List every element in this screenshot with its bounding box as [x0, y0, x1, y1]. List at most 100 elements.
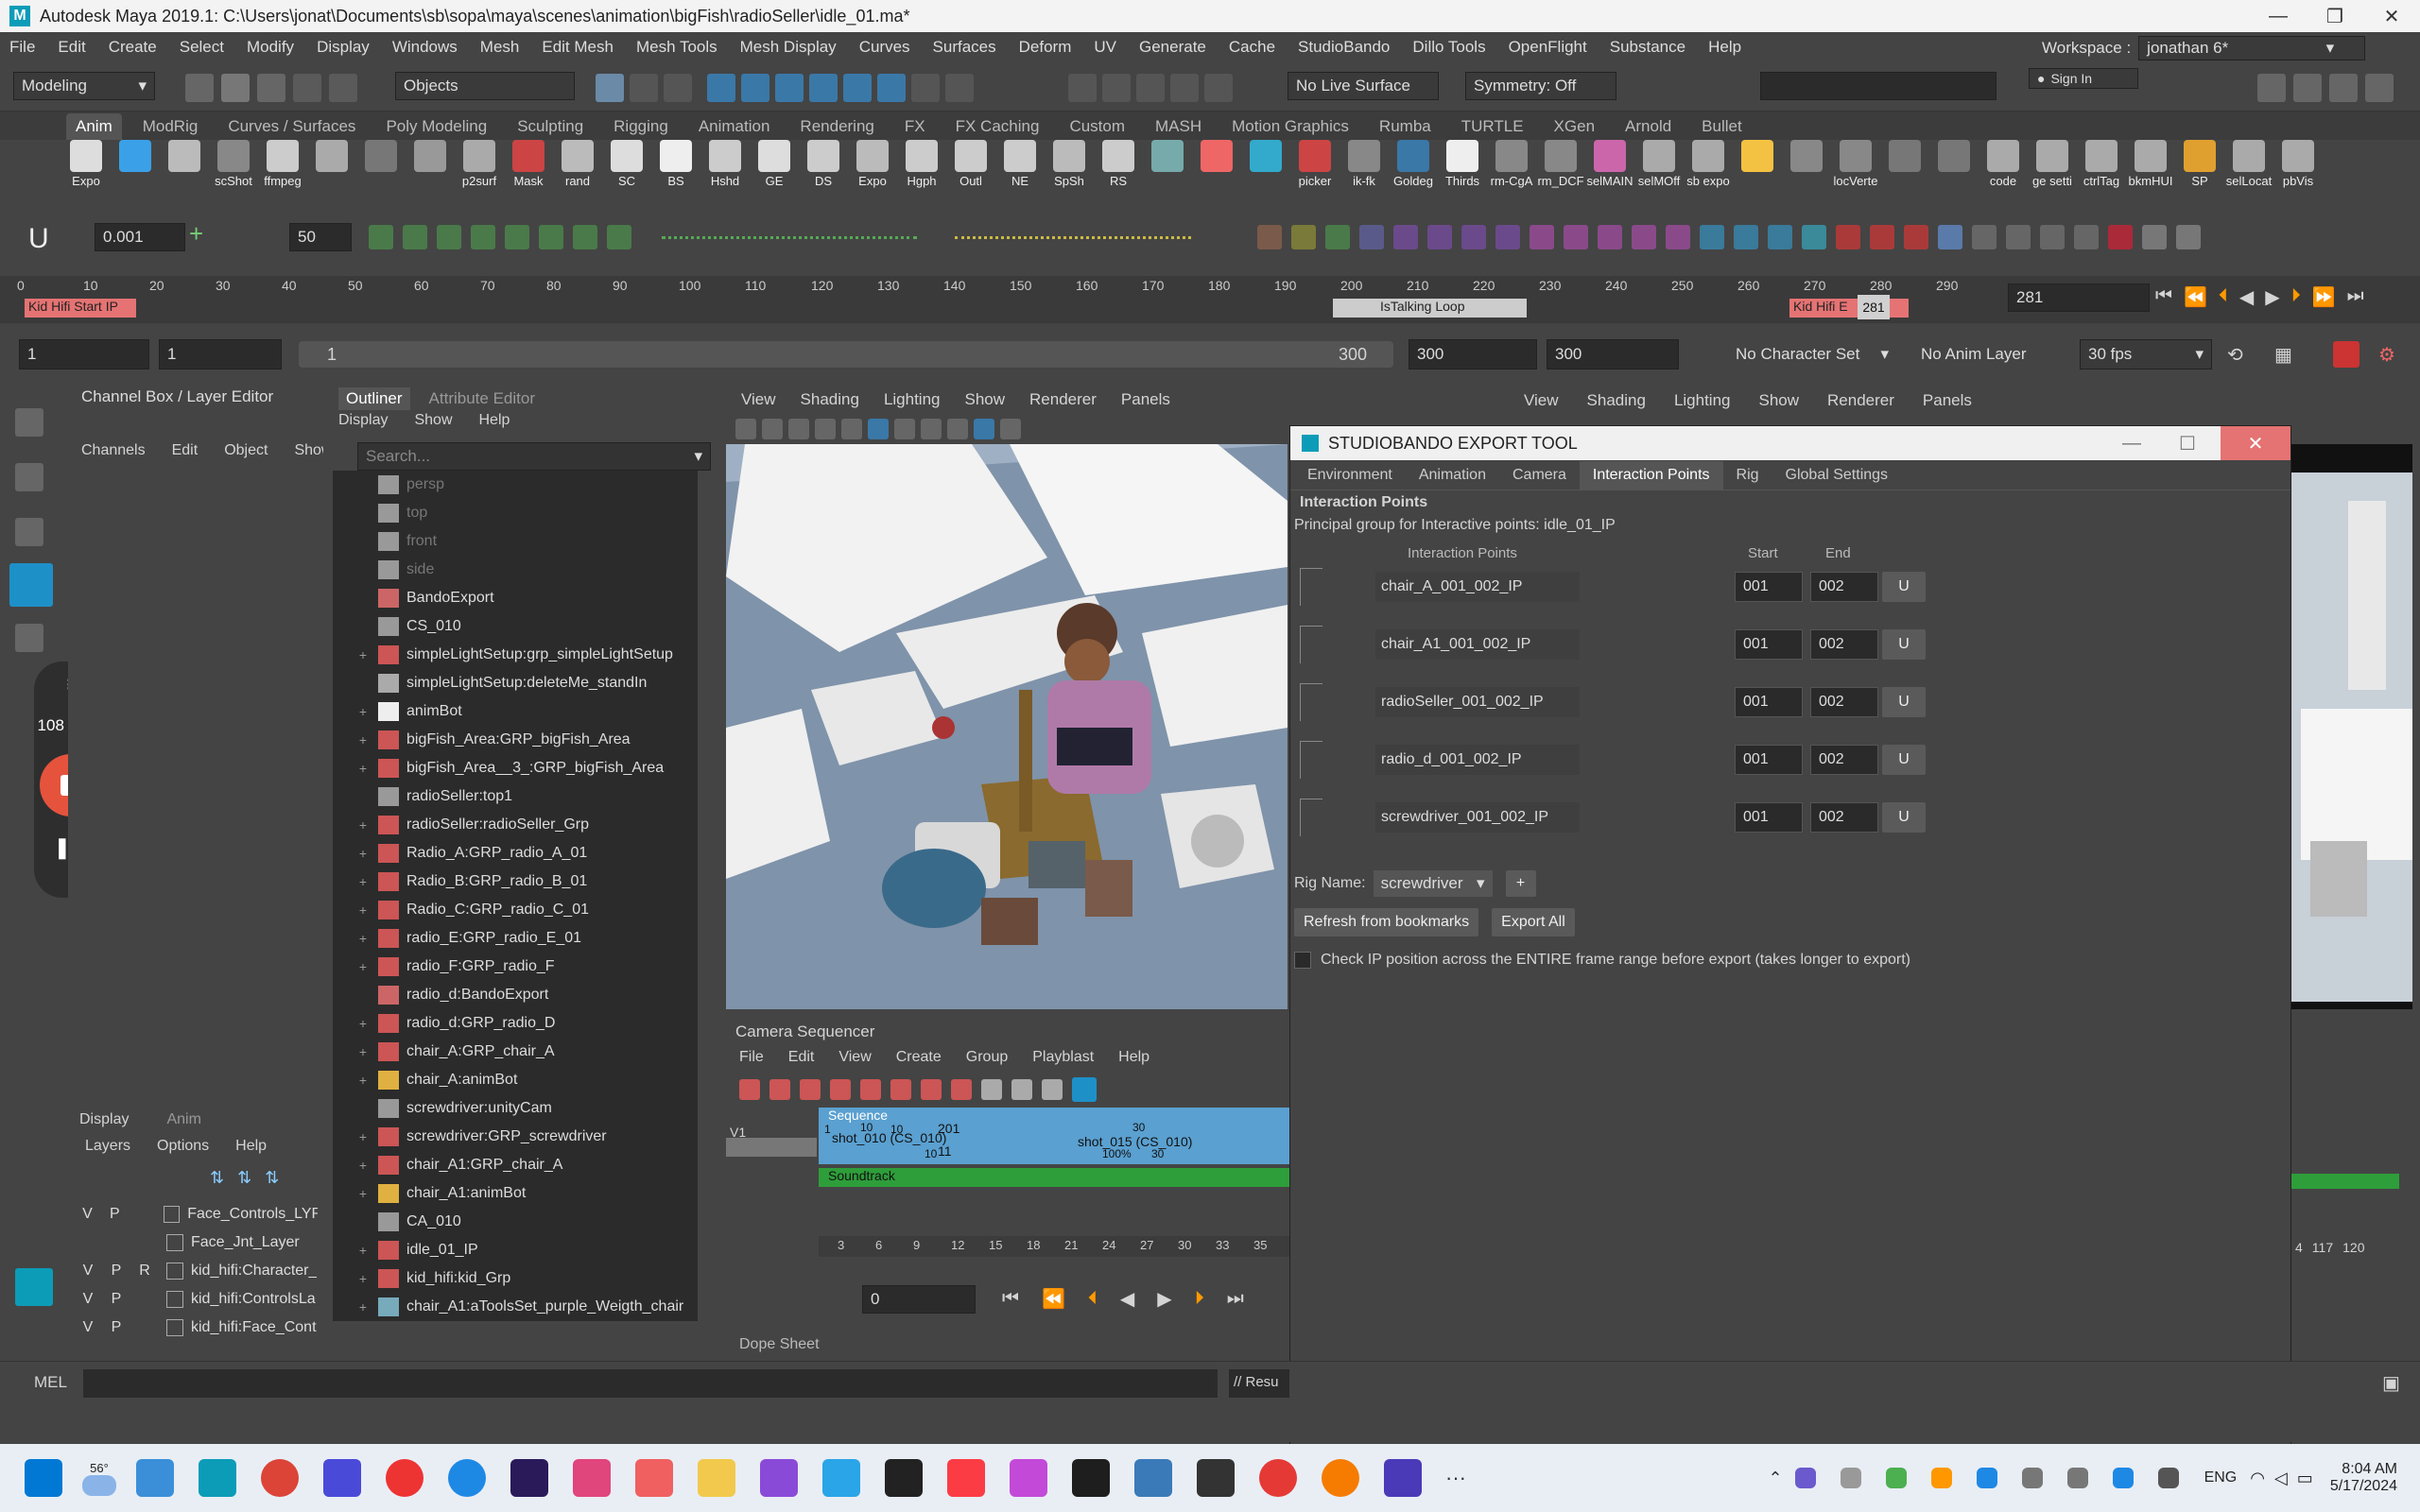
shelf-button[interactable]: SP [2175, 140, 2224, 188]
shelf-button[interactable]: DS [799, 140, 848, 188]
range-slider[interactable]: 1 300 [299, 341, 1393, 368]
viewport-3d[interactable] [726, 444, 1288, 1009]
shelf-button[interactable] [1782, 140, 1831, 174]
expand-icon[interactable]: + [355, 1129, 371, 1144]
menu-mesh[interactable]: Mesh [480, 38, 520, 57]
tool-icon[interactable] [1734, 225, 1758, 249]
bluetooth-icon[interactable] [1976, 1468, 1997, 1488]
expand-icon[interactable]: + [355, 874, 371, 889]
outliner-item[interactable]: + chair_A:GRP_chair_A [333, 1038, 698, 1066]
shelf-button[interactable]: SC [602, 140, 651, 188]
layer-visibility-toggle[interactable]: V [74, 1263, 102, 1280]
attribute-editor-toggle-icon[interactable] [2293, 74, 2322, 102]
sound-icon[interactable]: ▦ [2274, 343, 2292, 367]
camera-icon[interactable] [762, 419, 783, 439]
bookmark-end[interactable]: Kid Hifi E [1789, 299, 1909, 318]
expand-icon[interactable]: + [355, 817, 371, 833]
shelf-tab-modrig[interactable]: ModRig [133, 113, 208, 140]
tray-icon[interactable] [1930, 1468, 1952, 1488]
tool-icon[interactable] [1257, 225, 1282, 249]
sequencer-tool-icon[interactable] [1042, 1079, 1063, 1100]
sequencer-menu-view[interactable]: View [838, 1049, 871, 1066]
layer-color-swatch[interactable] [163, 1206, 181, 1223]
outliner-item[interactable]: + radio_F:GRP_radio_F [333, 953, 698, 981]
vivaldi-icon[interactable] [386, 1459, 424, 1497]
end-frame-field[interactable]: 002 [1810, 687, 1878, 717]
close-button[interactable]: ✕ [2363, 0, 2420, 32]
update-button[interactable]: U [1882, 687, 1926, 717]
search-icon[interactable] [2176, 225, 2201, 249]
expand-icon[interactable]: + [355, 1299, 371, 1314]
outliner-item[interactable]: radioSeller:top1 [333, 782, 698, 811]
expand-icon[interactable]: + [355, 732, 371, 747]
key-tool-icon[interactable] [471, 225, 495, 249]
status-search-input[interactable] [1760, 72, 1996, 100]
layer-color-swatch[interactable] [166, 1234, 183, 1251]
go-to-start-icon[interactable]: ⏮ [1002, 1288, 1019, 1310]
layer-row[interactable]: V P Face_Controls_LYR [74, 1200, 318, 1228]
menu-help[interactable]: Help [1708, 38, 1741, 57]
textured-icon[interactable] [894, 419, 915, 439]
start-frame-field[interactable]: 001 [1735, 745, 1803, 775]
viewport-menu-view[interactable]: View [741, 390, 776, 409]
tab-environment[interactable]: Environment [1294, 461, 1406, 490]
menu-modify[interactable]: Modify [247, 38, 294, 57]
soundtrack-track[interactable] [2291, 1174, 2399, 1189]
tool-icon[interactable] [1359, 225, 1384, 249]
layers-menu[interactable]: Layers [85, 1138, 130, 1155]
time-slider[interactable]: 0 10 20 30 40 50 60 70 80 90 100 110 120 130 140 150 160… [0, 276, 2420, 323]
shelf-button[interactable]: Expo [848, 140, 897, 188]
lasso-icon[interactable] [1068, 74, 1097, 102]
menu-edit-mesh[interactable]: Edit Mesh [542, 38, 614, 57]
current-frame-field[interactable]: 281 [2008, 284, 2150, 312]
app-icon[interactable] [323, 1459, 361, 1497]
bookmark-loop[interactable]: IsTalking Loop [1333, 299, 1527, 318]
expand-icon[interactable]: + [355, 1016, 371, 1031]
shelf-button[interactable]: selMAIN [1585, 140, 1634, 188]
shelf-button[interactable]: BS [651, 140, 700, 188]
maximize-button[interactable]: ❐ [2307, 0, 2363, 32]
shelf-button[interactable] [160, 140, 209, 174]
shelf-button[interactable]: selLocat [2224, 140, 2273, 188]
script-editor-icon[interactable]: ▣ [2382, 1371, 2400, 1395]
shelf-button[interactable]: scShot [209, 140, 258, 188]
shelf-button[interactable]: locVerte [1831, 140, 1880, 188]
shelf-tab-rigging[interactable]: Rigging [604, 113, 678, 140]
step-forward-frame-icon[interactable]: ⏵ [1195, 1288, 1204, 1310]
tool-icon[interactable] [1938, 225, 1962, 249]
sequencer-tool-icon[interactable] [890, 1079, 911, 1100]
tool-icon[interactable] [1700, 225, 1724, 249]
start-icon[interactable] [25, 1459, 62, 1497]
viewport-menu-renderer[interactable]: Renderer [1029, 390, 1097, 409]
shelf-button[interactable]: Thirds [1438, 140, 1487, 188]
layer-row[interactable]: Face_Jnt_Layer [74, 1228, 318, 1257]
search-icon[interactable] [1322, 1459, 1359, 1497]
options-menu[interactable]: Options [157, 1138, 209, 1155]
loop-icon[interactable]: ⟲ [2227, 343, 2243, 367]
go-to-end-icon[interactable]: ⏭ [2347, 285, 2364, 309]
tool-icon[interactable] [1564, 225, 1588, 249]
time-ruler[interactable]: 0 10 20 30 40 50 60 70 80 90 100 110 120 130 140 150 160… [15, 276, 2000, 323]
viewport-menu-lighting[interactable]: Lighting [884, 390, 941, 409]
menu-generate[interactable]: Generate [1139, 38, 1206, 57]
menu-set-select[interactable]: Modeling ▾ [13, 72, 155, 100]
display-menu[interactable]: Display [338, 412, 388, 429]
shelf-button[interactable] [1143, 140, 1192, 174]
shelf-button[interactable]: Expo [61, 140, 111, 188]
expand-icon[interactable]: + [355, 1073, 371, 1088]
outliner-item[interactable]: CA_010 [333, 1208, 698, 1236]
tool-icon[interactable] [1495, 225, 1520, 249]
outliner-item[interactable]: side [333, 556, 698, 584]
app-icon[interactable] [760, 1459, 798, 1497]
shelf-button[interactable]: Goldeg [1389, 140, 1438, 188]
magnet-icon[interactable]: U [28, 223, 49, 255]
menu-substance[interactable]: Substance [1610, 38, 1685, 57]
minimize-button[interactable]: — [2122, 433, 2141, 455]
outliner-item[interactable]: screwdriver:unityCam [333, 1094, 698, 1123]
tool-settings-toggle-icon[interactable] [2329, 74, 2358, 102]
slack-icon[interactable] [573, 1459, 611, 1497]
key-tool-icon[interactable] [539, 225, 563, 249]
sequencer-tool-icon[interactable] [981, 1079, 1002, 1100]
outliner-item[interactable]: + kid_hifi:kid_Grp [333, 1264, 698, 1293]
show-menu[interactable]: Show [414, 412, 452, 429]
